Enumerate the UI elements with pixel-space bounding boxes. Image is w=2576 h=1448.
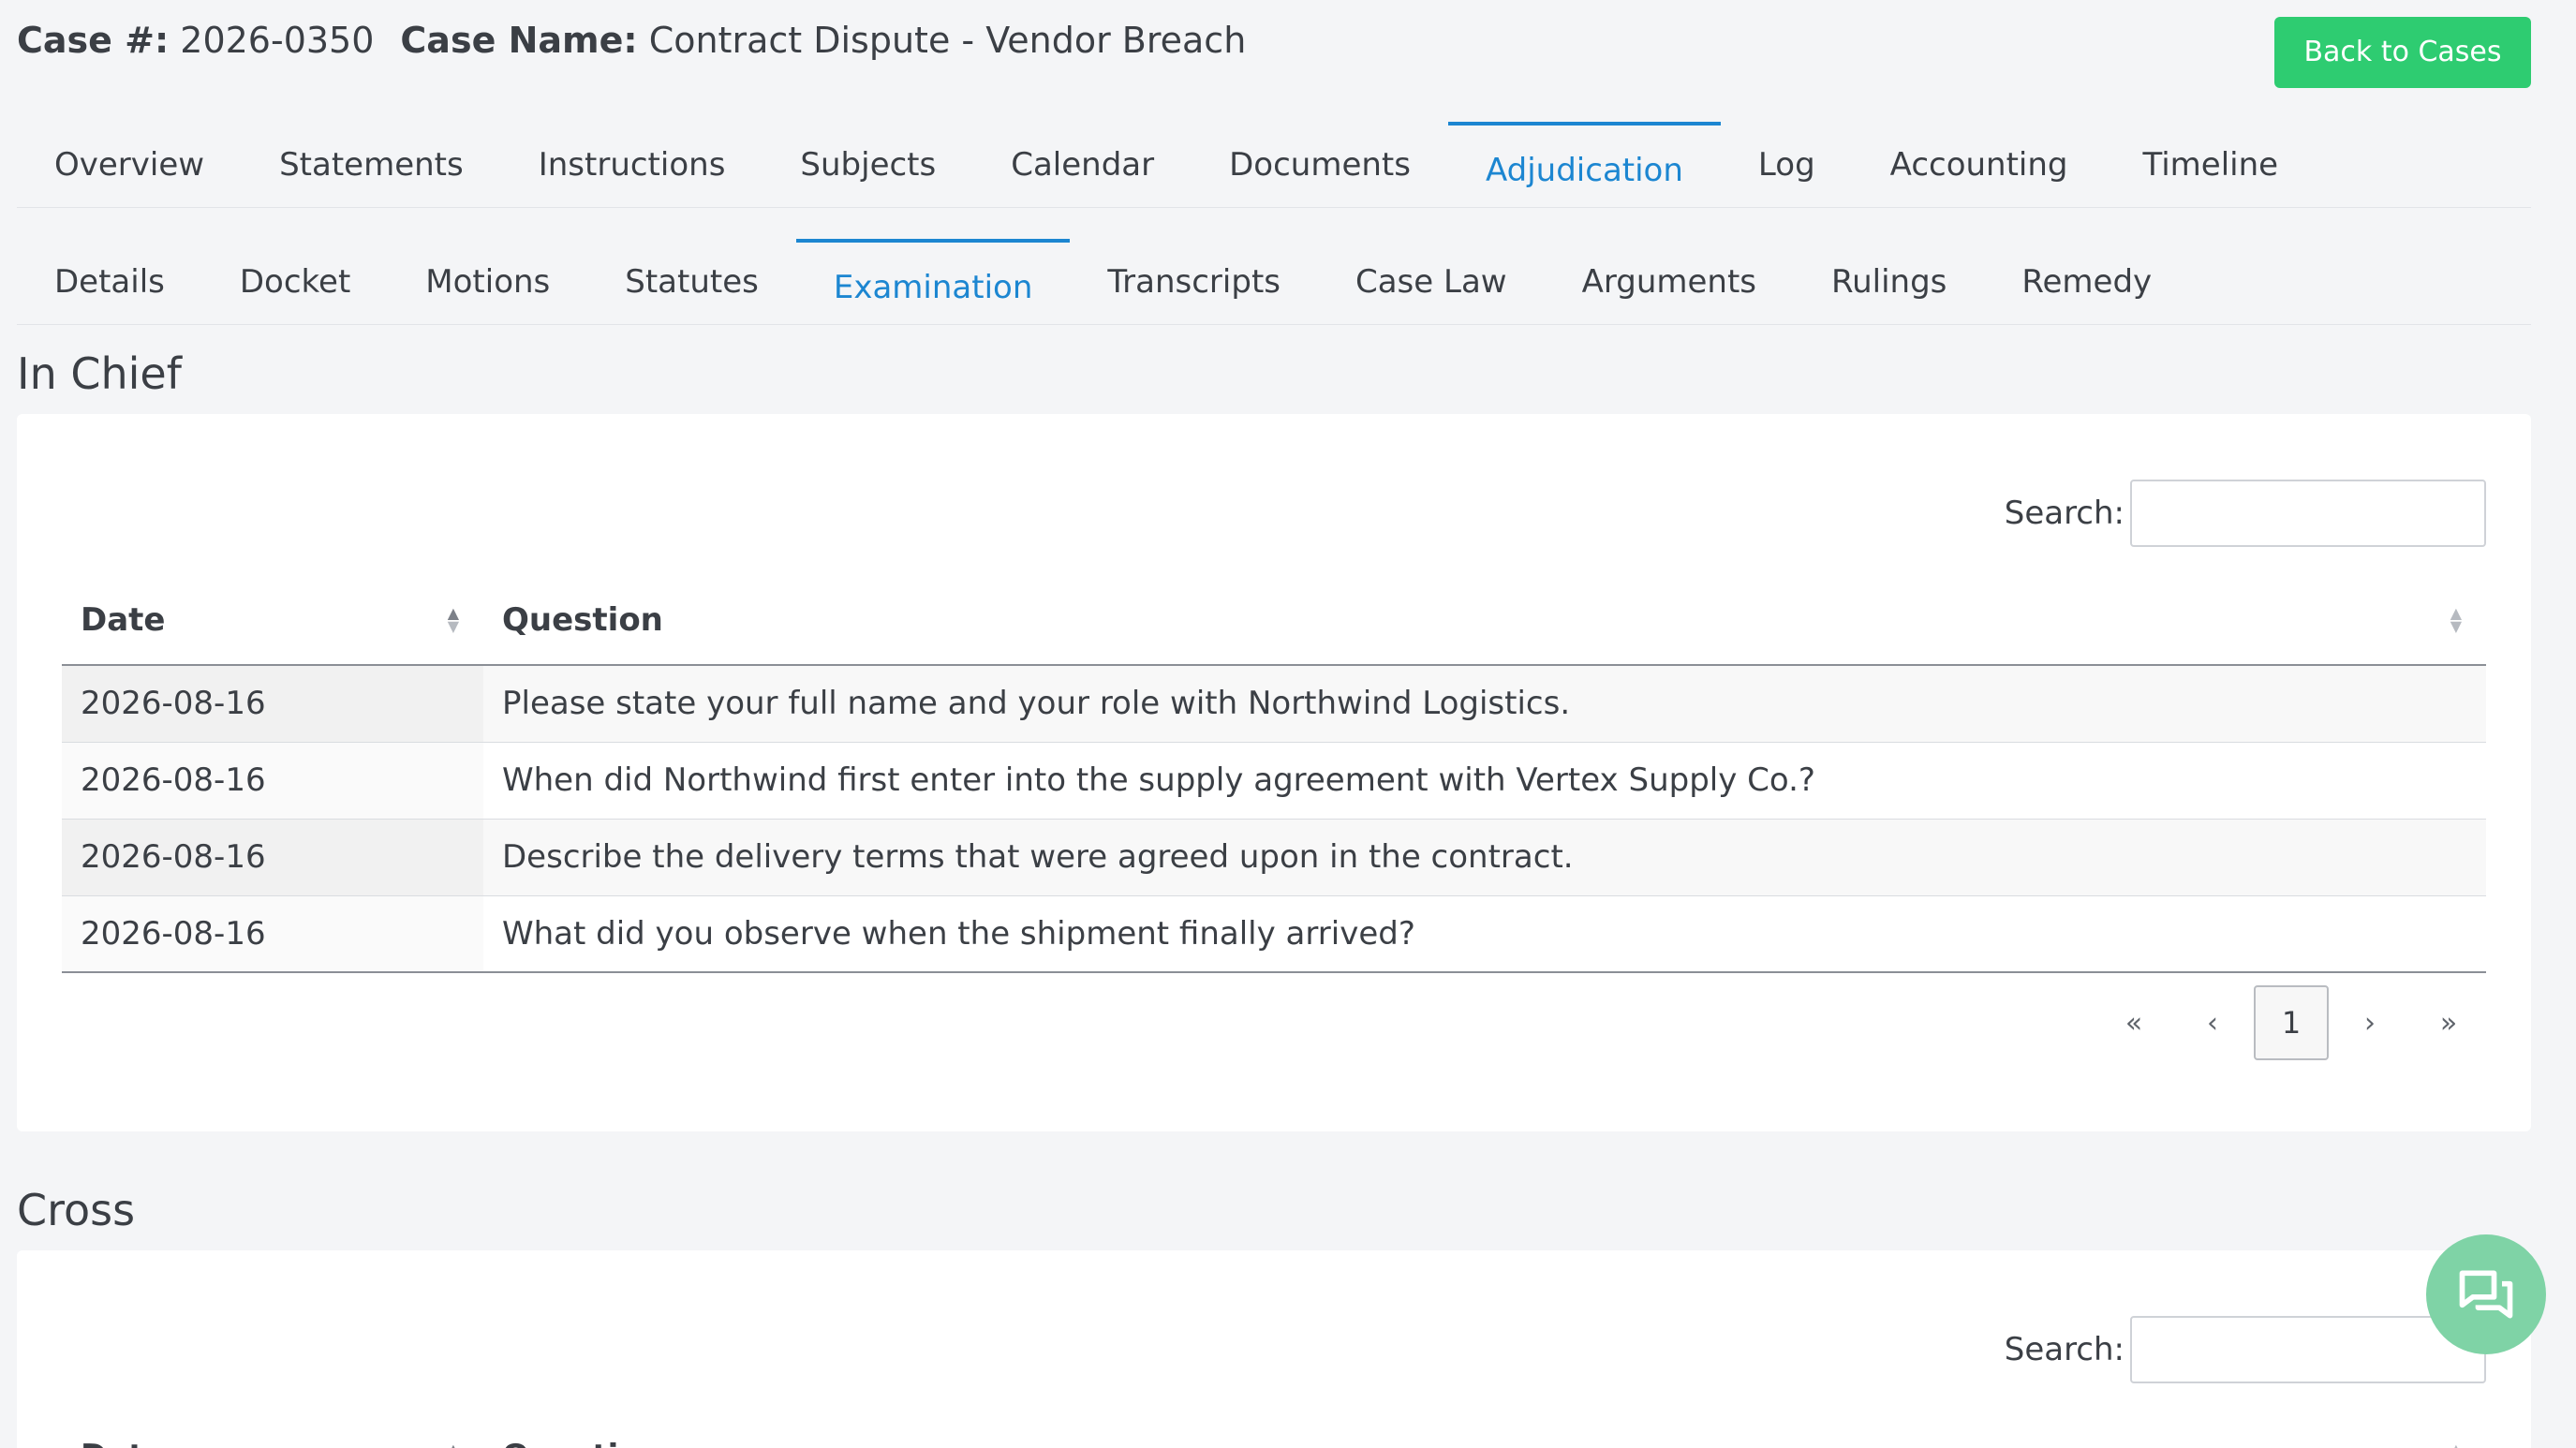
sort-both-icon: ▲▼	[2450, 1441, 2462, 1448]
question-cell: Describe the delivery terms that were ag…	[483, 819, 2486, 896]
in-chief-search: Search:	[2005, 480, 2486, 547]
tab-adjudication[interactable]: Adjudication	[1447, 122, 1721, 207]
question-cell: What did you observe when the shipment f…	[483, 895, 2486, 973]
question-header-label: Question	[502, 1438, 663, 1448]
pagination: « ‹ 1 › »	[2096, 985, 2486, 1060]
tab-log[interactable]: Log	[1721, 122, 1853, 207]
back-to-cases-button[interactable]: Back to Cases	[2274, 17, 2531, 88]
in-chief-title: In Chief	[17, 348, 182, 399]
question-cell: Please state your full name and your rol…	[483, 665, 2486, 743]
tab-documents[interactable]: Documents	[1192, 122, 1448, 207]
table-row: 2026-08-16 Please state your full name a…	[62, 665, 2486, 743]
date-cell: 2026-08-16	[62, 742, 483, 820]
in-chief-table: Date ▲ ▼ Question ▲ ▼ 2026-08-16 Please st…	[62, 575, 2486, 973]
date-column-header[interactable]: Date ▲▼	[62, 1411, 483, 1448]
question-cell: When did Northwind first enter into the …	[483, 742, 2486, 820]
cross-search: Search:	[2005, 1316, 2486, 1383]
tab-accounting[interactable]: Accounting	[1853, 122, 2106, 207]
subtab-statutes[interactable]: Statutes	[587, 239, 796, 324]
table-row: 2026-08-16 When did Northwind first ente…	[62, 742, 2486, 820]
question-column-header[interactable]: Question ▲▼	[483, 1411, 2486, 1448]
subtab-transcripts[interactable]: Transcripts	[1070, 239, 1318, 324]
cross-search-input[interactable]	[2130, 1316, 2486, 1383]
subtab-motions[interactable]: Motions	[388, 239, 587, 324]
subtab-docket[interactable]: Docket	[202, 239, 388, 324]
sort-both-icon: ▲▼	[2450, 603, 2462, 635]
tab-calendar[interactable]: Calendar	[973, 122, 1192, 207]
date-cell: 2026-08-16	[62, 819, 483, 896]
tab-statements[interactable]: Statements	[242, 122, 501, 207]
subtab-remedy[interactable]: Remedy	[1984, 239, 2189, 324]
case-name: Contract Dispute - Vendor Breach	[648, 20, 1247, 61]
secondary-tabs: Details Docket Motions Statutes Examinat…	[17, 239, 2531, 325]
date-cell: 2026-08-16	[62, 895, 483, 973]
page: Case #: 2026-0350 Case Name: Contract Dis…	[0, 0, 2576, 1448]
tab-timeline[interactable]: Timeline	[2106, 122, 2317, 207]
date-column-header[interactable]: Date ▲▼	[62, 575, 483, 666]
date-header-label: Date	[81, 600, 166, 639]
in-chief-search-input[interactable]	[2130, 480, 2486, 547]
first-page-button[interactable]: «	[2096, 985, 2171, 1060]
next-page-button[interactable]: ›	[2332, 985, 2407, 1060]
sort-both-icon: ▲▼	[447, 603, 459, 635]
case-name-label: Case Name:	[400, 20, 638, 61]
subtab-details[interactable]: Details	[17, 239, 202, 324]
primary-tabs: Overview Statements Instructions Subject…	[17, 122, 2531, 208]
previous-page-button[interactable]: ‹	[2175, 985, 2250, 1060]
search-label: Search:	[2004, 1331, 2124, 1368]
subtab-case-law[interactable]: Case Law	[1318, 239, 1545, 324]
date-header-label: Date	[81, 1438, 165, 1448]
question-header-label: Question	[502, 600, 663, 639]
chat-icon	[2459, 1270, 2513, 1319]
search-label: Search:	[2004, 495, 2124, 532]
question-column-header[interactable]: Question ▲▼	[483, 575, 2486, 666]
tab-instructions[interactable]: Instructions	[501, 122, 763, 207]
cross-card: Search: Date ▲▼ Question ▲▼	[17, 1250, 2531, 1448]
table-row: 2026-08-16 Describe the delivery terms t…	[62, 819, 2486, 896]
cross-table: Date ▲▼ Question ▲▼	[62, 1411, 2486, 1448]
case-number-label: Case #:	[17, 20, 170, 61]
in-chief-card: Search: Date ▲ ▼ Question ▲ ▼ 2026-08-16…	[17, 414, 2531, 1131]
subtab-rulings[interactable]: Rulings	[1794, 239, 1984, 324]
page-1-button[interactable]: 1	[2254, 985, 2329, 1060]
cross-title: Cross	[17, 1185, 136, 1235]
chat-button[interactable]	[2426, 1234, 2546, 1354]
tab-subjects[interactable]: Subjects	[762, 122, 973, 207]
tab-overview[interactable]: Overview	[17, 122, 242, 207]
case-number: 2026-0350	[180, 20, 375, 61]
table-row: 2026-08-16 What did you observe when the…	[62, 895, 2486, 973]
last-page-button[interactable]: »	[2411, 985, 2486, 1060]
subtab-examination[interactable]: Examination	[795, 239, 1071, 324]
sort-both-icon: ▲▼	[448, 1441, 459, 1448]
case-header: Case #: 2026-0350 Case Name: Contract Dis…	[17, 17, 1246, 64]
date-cell: 2026-08-16	[62, 665, 483, 743]
subtab-arguments[interactable]: Arguments	[1545, 239, 1794, 324]
